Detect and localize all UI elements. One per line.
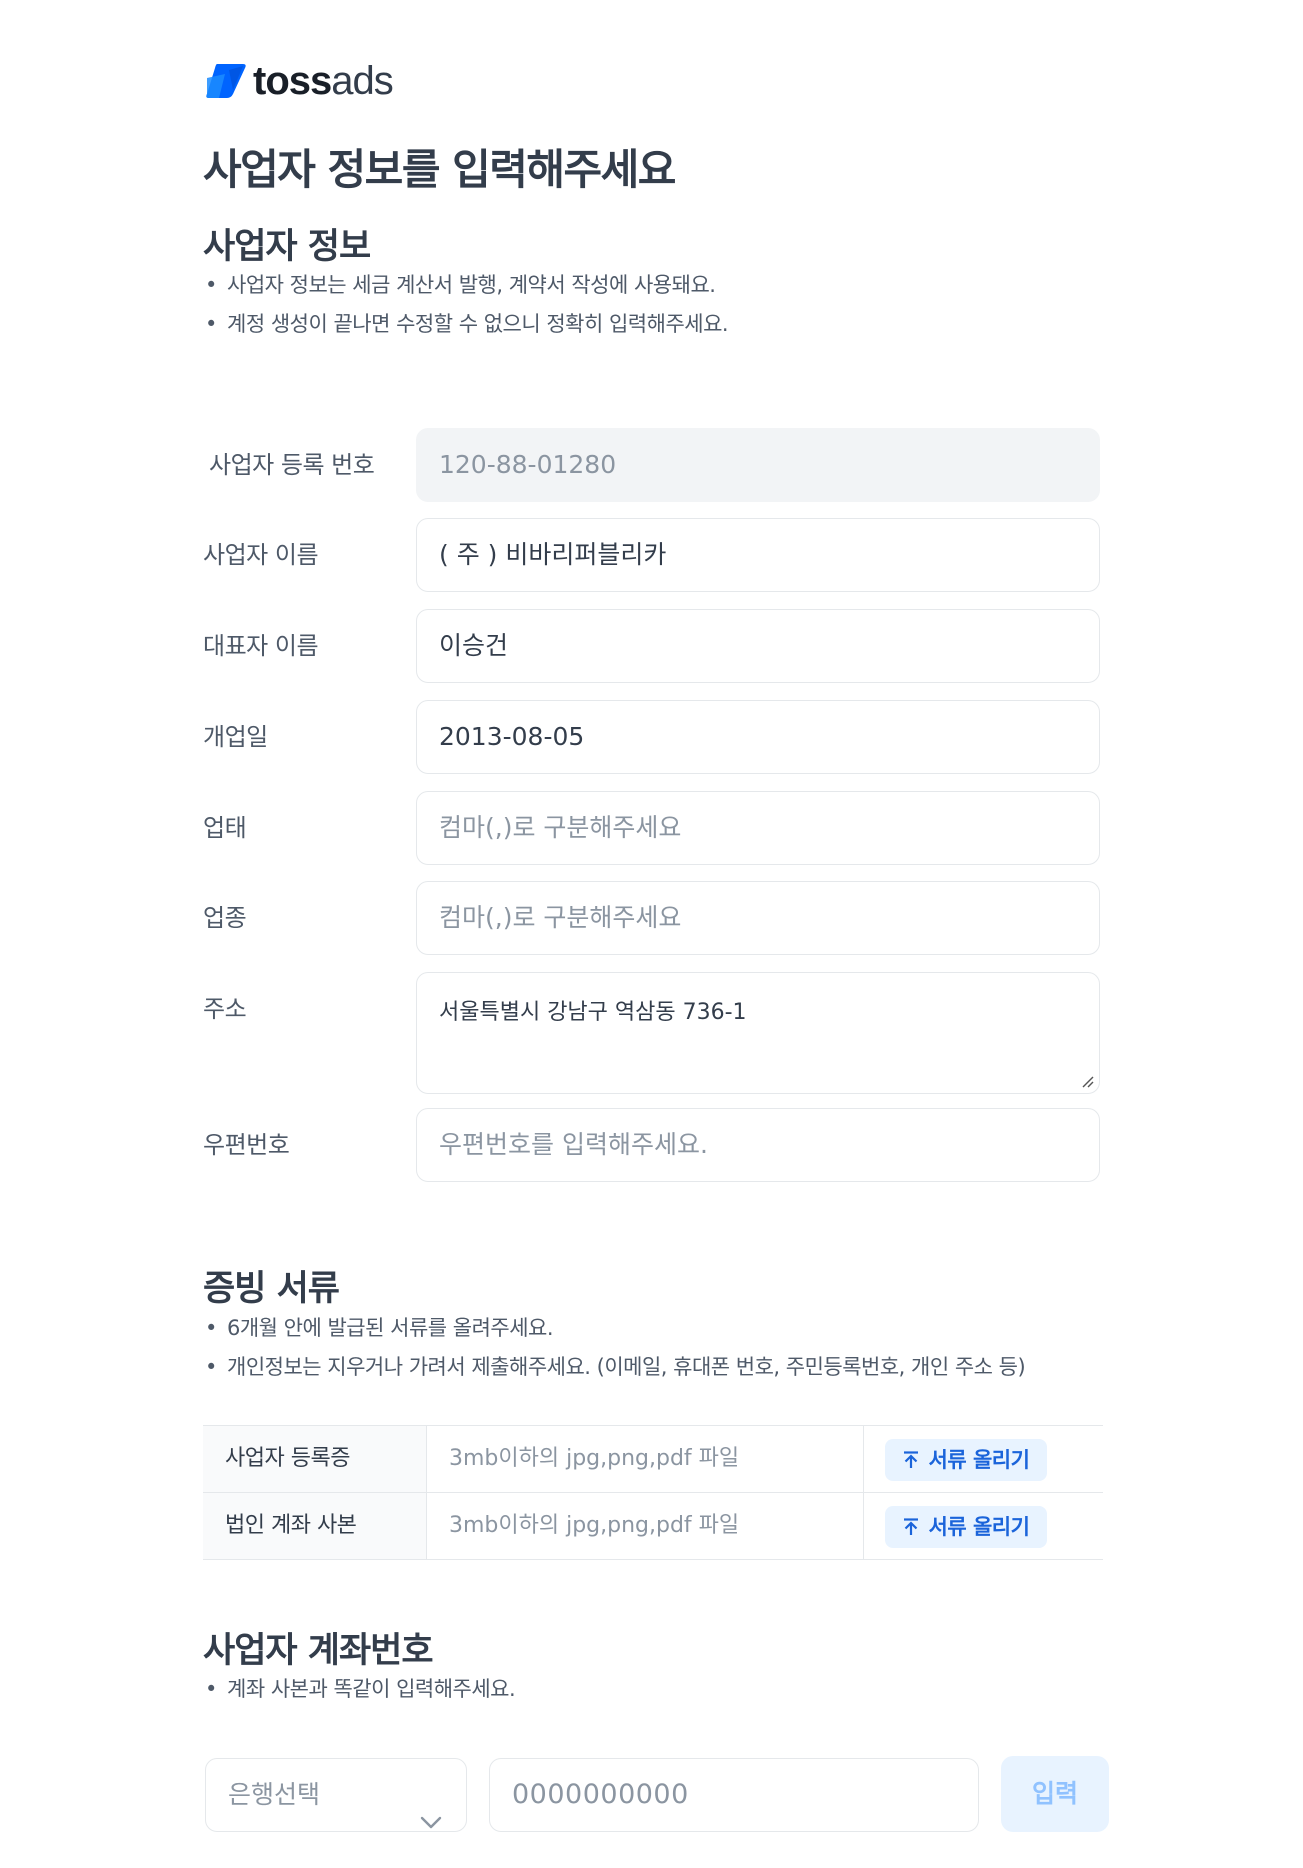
note-item: 6개월 안에 발급된 서류를 올려주세요.: [203, 1309, 1025, 1348]
business-item-label: 업종: [203, 904, 247, 932]
ceo-name-label: 대표자 이름: [203, 632, 319, 660]
upload-button-label: 서류 올리기: [928, 1515, 1030, 1539]
ceo-name-input[interactable]: 이승건: [416, 609, 1100, 683]
account-title: 사업자 계좌번호: [203, 1631, 434, 1671]
business-name-input[interactable]: ( 주 ) 비바리퍼블리카: [416, 518, 1100, 592]
address-value: 서울특별시 강남구 역삼동 736-1: [439, 1000, 747, 1025]
documents-notes: 6개월 안에 발급된 서류를 올려주세요. 개인정보는 지우거나 가려서 제출해…: [203, 1309, 1026, 1387]
postal-code-label: 우편번호: [203, 1131, 290, 1159]
note-item: 개인정보는 지우거나 가려서 제출해주세요. (이메일, 휴대폰 번호, 주민등…: [203, 1348, 1026, 1387]
address-textarea[interactable]: 서울특별시 강남구 역삼동 736-1: [416, 972, 1100, 1094]
toss-logo-icon: [203, 60, 247, 102]
business-item-input[interactable]: 컴마(,)로 구분해주세요: [416, 881, 1100, 955]
reg-number-row: 사업자 등록 번호 120-88-01280: [203, 428, 1103, 502]
page-title: 사업자 정보를 입력해주세요: [203, 145, 676, 194]
business-info-title: 사업자 정보: [203, 227, 371, 267]
reg-number-field: 120-88-01280: [416, 428, 1100, 502]
postal-code-input[interactable]: 우편번호를 입력해주세요.: [416, 1108, 1100, 1182]
postal-code-row: 우편번호 우편번호를 입력해주세요.: [203, 1108, 1103, 1182]
account-number-input[interactable]: 0000000000: [489, 1758, 979, 1832]
account-notes: 계좌 사본과 똑같이 입력해주세요.: [203, 1670, 516, 1709]
chevron-down-icon: [420, 1786, 442, 1857]
resize-handle-icon[interactable]: [1080, 1074, 1094, 1088]
documents-table: 사업자 등록증 3mb이하의 jpg,png,pdf 파일 서류 올리기 법인 …: [203, 1425, 1103, 1560]
document-label: 사업자 등록증: [203, 1426, 427, 1492]
open-date-input[interactable]: 2013-08-05: [416, 700, 1100, 774]
business-type-row: 업태 컴마(,)로 구분해주세요: [203, 791, 1103, 865]
upload-button[interactable]: 서류 올리기: [885, 1506, 1047, 1548]
ceo-name-row: 대표자 이름 이승건: [203, 609, 1103, 683]
note-item: 계정 생성이 끝나면 수정할 수 없으니 정확히 입력해주세요.: [203, 305, 729, 344]
open-date-label: 개업일: [203, 723, 268, 751]
address-row: 주소 서울특별시 강남구 역삼동 736-1: [203, 972, 1103, 1094]
business-item-row: 업종 컴마(,)로 구분해주세요: [203, 881, 1103, 955]
open-date-row: 개업일 2013-08-05: [203, 700, 1103, 774]
document-hint: 3mb이하의 jpg,png,pdf 파일: [427, 1426, 864, 1492]
note-item: 계좌 사본과 똑같이 입력해주세요.: [203, 1670, 516, 1709]
upload-button-label: 서류 올리기: [928, 1448, 1030, 1472]
document-hint: 3mb이하의 jpg,png,pdf 파일: [427, 1493, 864, 1559]
document-label: 법인 계좌 사본: [203, 1493, 427, 1559]
business-info-notes: 사업자 정보는 세금 계산서 발행, 계약서 작성에 사용돼요. 계정 생성이 …: [203, 266, 729, 344]
reg-number-label: 사업자 등록 번호: [209, 451, 375, 479]
upload-button[interactable]: 서류 올리기: [885, 1439, 1047, 1481]
table-row: 법인 계좌 사본 3mb이하의 jpg,png,pdf 파일 서류 올리기: [203, 1493, 1103, 1560]
upload-arrow-icon: [903, 1518, 919, 1536]
bank-select[interactable]: 은행선택: [205, 1758, 467, 1832]
table-row: 사업자 등록증 3mb이하의 jpg,png,pdf 파일 서류 올리기: [203, 1426, 1103, 1493]
business-type-input[interactable]: 컴마(,)로 구분해주세요: [416, 791, 1100, 865]
bank-select-value: 은행선택: [228, 1780, 321, 1809]
address-label: 주소: [203, 995, 247, 1023]
toss-ads-logo: tossads: [203, 58, 394, 104]
business-name-row: 사업자 이름 ( 주 ) 비바리퍼블리카: [203, 518, 1103, 592]
brand-name: tossads: [253, 59, 394, 103]
account-input-row: 은행선택 0000000000 입력: [203, 1756, 1109, 1832]
documents-title: 증빙 서류: [203, 1269, 340, 1309]
upload-arrow-icon: [903, 1451, 919, 1469]
business-name-label: 사업자 이름: [203, 541, 319, 569]
business-type-label: 업태: [203, 814, 247, 842]
account-submit-button[interactable]: 입력: [1001, 1756, 1109, 1832]
note-item: 사업자 정보는 세금 계산서 발행, 계약서 작성에 사용돼요.: [203, 266, 728, 305]
